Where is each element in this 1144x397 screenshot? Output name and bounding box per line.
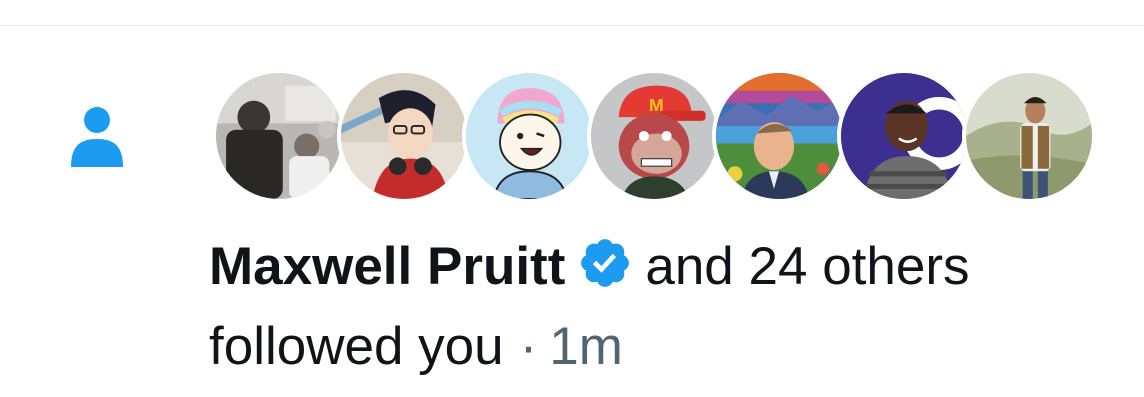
top-divider	[0, 25, 1144, 26]
follower-avatars: M	[212, 69, 1112, 203]
others-count-text: and 24 others	[645, 237, 970, 296]
avatar[interactable]	[962, 69, 1096, 203]
avatar[interactable]	[712, 69, 846, 203]
person-icon	[71, 107, 123, 167]
avatar-anime-boy-icon	[341, 73, 467, 199]
svg-text:M: M	[649, 95, 664, 115]
avatar[interactable]: M	[587, 69, 721, 203]
avatar[interactable]	[337, 69, 471, 203]
notification-action-line: followed you · 1m	[209, 312, 1129, 382]
verified-badge-icon	[577, 235, 633, 291]
action-text: followed you	[209, 317, 504, 376]
notification-headline: Maxwell Pruitt and 24 others	[209, 232, 1129, 302]
avatar-man-purple-background-icon	[841, 73, 967, 199]
avatar[interactable]	[212, 69, 346, 203]
avatar-rainbow-hair-cartoon-icon	[466, 73, 592, 199]
avatar[interactable]	[837, 69, 971, 203]
avatar-man-painted-landscape-icon	[716, 73, 842, 199]
avatar-ape-red-cap-icon: M	[591, 73, 717, 199]
avatar[interactable]	[462, 69, 596, 203]
separator-dot: ·	[519, 317, 538, 376]
timestamp: 1m	[549, 317, 623, 376]
avatar-photo-group-icon	[216, 73, 342, 199]
avatar-man-outdoor-vest-icon	[966, 73, 1092, 199]
user-name-link[interactable]: Maxwell Pruitt	[209, 237, 565, 296]
